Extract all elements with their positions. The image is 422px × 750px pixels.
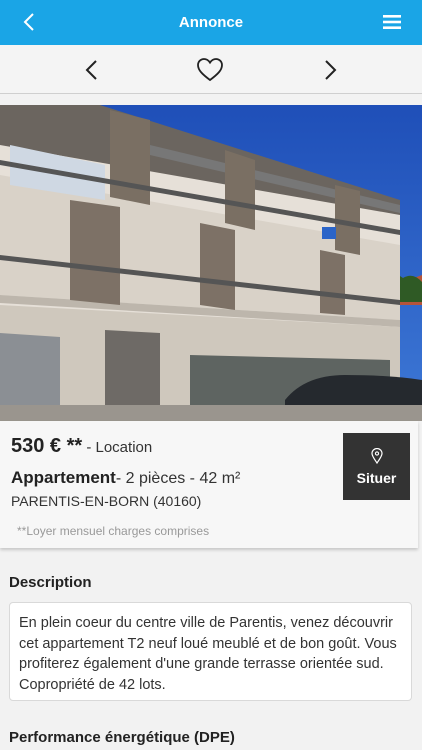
price-line: 530 € ** - Location (11, 435, 152, 458)
favorite-heart-icon[interactable] (196, 56, 224, 84)
property-details: - 2 pièces - 42 m² (115, 470, 241, 487)
description-heading: Description (9, 574, 92, 591)
description-text: En plein coeur du centre ville de Parent… (9, 602, 412, 701)
locate-label: Situer (356, 469, 397, 486)
top-app-bar: Annonce (0, 0, 422, 45)
energy-performance-heading: Performance énergétique (DPE) (9, 729, 235, 746)
page-title: Annonce (178, 14, 244, 31)
next-listing-chevron-icon[interactable] (316, 56, 344, 84)
previous-listing-chevron-icon[interactable] (78, 56, 106, 84)
locate-button[interactable]: Situer (343, 433, 410, 500)
charges-note: **Loyer mensuel charges comprises (17, 524, 210, 538)
hamburger-menu-icon[interactable] (382, 12, 402, 32)
transaction-type: - Location (82, 439, 153, 456)
listing-summary-card: 530 € ** - Location Appartement- 2 pièce… (0, 421, 418, 548)
map-pin-icon (370, 447, 383, 464)
back-chevron-icon[interactable] (18, 10, 42, 34)
property-type: Appartement (11, 468, 116, 487)
price: 530 € ** (11, 435, 83, 457)
property-type-line: Appartement- 2 pièces - 42 m² (11, 468, 240, 488)
listing-navigation-bar (0, 45, 422, 94)
city: PARENTIS-EN-BORN (40160) (11, 493, 202, 509)
listing-photo[interactable] (0, 105, 422, 421)
